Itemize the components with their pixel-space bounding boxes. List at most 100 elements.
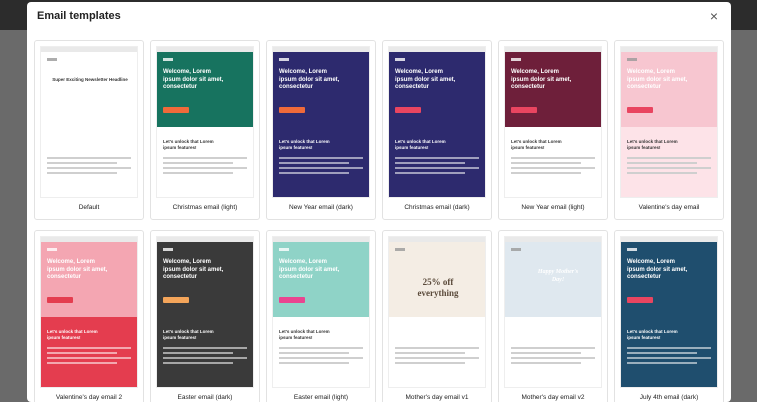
- template-card[interactable]: Welcome, Lorem ipsum dolor sit amet, con…: [614, 40, 724, 220]
- thumbnail-text-line: [511, 357, 595, 359]
- thumbnail-text-line: [279, 167, 363, 169]
- thumbnail-text-line: [395, 167, 479, 169]
- thumbnail-logo: [511, 58, 521, 61]
- background-app-left: [0, 30, 30, 402]
- thumbnail-text-line: [395, 162, 465, 164]
- template-thumbnail: Welcome, Lorem ipsum dolor sit amet, con…: [156, 236, 254, 388]
- thumbnail-sub-text: Let's unlock that Lorem ipsum features!: [279, 329, 330, 340]
- thumbnail-text-line: [627, 357, 711, 359]
- thumbnail-text-line: [163, 347, 247, 349]
- template-thumbnail: Welcome, Lorem ipsum dolor sit amet, con…: [156, 46, 254, 198]
- thumbnail-text-line: [47, 352, 117, 354]
- thumbnail-hero-text: Super Exciting Newsletter Headline: [52, 77, 128, 82]
- thumbnail-logo: [279, 248, 289, 251]
- template-label: Mother's day email v2: [521, 394, 585, 401]
- thumbnail-text-line: [395, 172, 465, 174]
- thumbnail-text-line: [627, 347, 711, 349]
- thumbnail-text-line: [47, 357, 131, 359]
- template-card[interactable]: Super Exciting Newsletter Headline Defaul…: [34, 40, 144, 220]
- template-label: Easter email (light): [293, 394, 349, 401]
- thumbnail-sub-text: Let's unlock that Lorem ipsum features!: [627, 329, 678, 340]
- template-label: New Year email (dark): [289, 204, 353, 211]
- thumbnail-text-line: [627, 362, 697, 364]
- thumbnail-text-line: [395, 347, 479, 349]
- thumbnail-hero-text: Happy Mother's Day!: [537, 269, 579, 283]
- thumbnail-text-line: [511, 347, 595, 349]
- thumbnail-text-line: [279, 172, 349, 174]
- thumbnail-hero-text: Welcome, Lorem ipsum dolor sit amet, con…: [627, 259, 688, 280]
- template-card[interactable]: Welcome, Lorem ipsum dolor sit amet, con…: [34, 230, 144, 402]
- thumbnail-text-line: [511, 172, 581, 174]
- thumbnail-text-line: [47, 157, 131, 159]
- background-app-right: [727, 30, 757, 402]
- email-templates-modal: Email templates × Super Exciting Newslet…: [27, 2, 731, 402]
- thumbnail-hero-text: Welcome, Lorem ipsum dolor sit amet, con…: [395, 69, 456, 90]
- thumbnail-sub-text: Let's unlock that Lorem ipsum features!: [395, 139, 446, 150]
- thumbnail-logo: [511, 248, 521, 251]
- thumbnail-text-line: [395, 357, 479, 359]
- thumbnail-text-line: [395, 352, 465, 354]
- template-label: Mother's day email v1: [405, 394, 469, 401]
- thumbnail-logo: [47, 58, 57, 61]
- thumbnail-text-line: [279, 357, 363, 359]
- template-card[interactable]: Happy Mother's Day! Mother's day email v2: [498, 230, 608, 402]
- thumbnail-sub-text: Let's unlock that Lorem ipsum features!: [279, 139, 330, 150]
- thumbnail-hero-text: Welcome, Lorem ipsum dolor sit amet, con…: [511, 69, 572, 90]
- template-thumbnail: 25% off everything: [388, 236, 486, 388]
- template-card[interactable]: Welcome, Lorem ipsum dolor sit amet, con…: [382, 40, 492, 220]
- thumbnail-hero-text: Welcome, Lorem ipsum dolor sit amet, con…: [279, 259, 340, 280]
- thumbnail-logo: [47, 248, 57, 251]
- thumbnail-hero-text: 25% off everything: [417, 277, 459, 299]
- thumbnail-text-line: [163, 172, 233, 174]
- thumbnail-logo: [163, 248, 173, 251]
- thumbnail-hero-text: Welcome, Lorem ipsum dolor sit amet, con…: [47, 259, 108, 280]
- thumbnail-text-line: [279, 162, 349, 164]
- thumbnail-text-line: [279, 347, 363, 349]
- template-card[interactable]: 25% off everything Mother's day email v1: [382, 230, 492, 402]
- template-label: Christmas email (dark): [404, 204, 470, 211]
- thumbnail-hero-text: Welcome, Lorem ipsum dolor sit amet, con…: [627, 69, 688, 90]
- template-thumbnail: Welcome, Lorem ipsum dolor sit amet, con…: [620, 46, 718, 198]
- template-thumbnail: Super Exciting Newsletter Headline: [40, 46, 138, 198]
- thumbnail-text-line: [511, 157, 595, 159]
- thumbnail-text-line: [163, 162, 233, 164]
- thumbnail-text-line: [395, 362, 465, 364]
- template-card[interactable]: Welcome, Lorem ipsum dolor sit amet, con…: [150, 40, 260, 220]
- template-card[interactable]: Welcome, Lorem ipsum dolor sit amet, con…: [266, 230, 376, 402]
- thumbnail-text-line: [47, 172, 117, 174]
- thumbnail-text-line: [163, 357, 247, 359]
- thumbnail-text-line: [163, 352, 233, 354]
- template-card[interactable]: Welcome, Lorem ipsum dolor sit amet, con…: [614, 230, 724, 402]
- thumbnail-text-line: [511, 167, 595, 169]
- modal-header: Email templates ×: [27, 2, 731, 30]
- thumbnail-text-line: [627, 352, 697, 354]
- template-label: Default: [78, 204, 100, 211]
- thumbnail-sub-text: Let's unlock that Lorem ipsum features!: [627, 139, 678, 150]
- thumbnail-cta-button: [279, 107, 305, 113]
- template-card[interactable]: Welcome, Lorem ipsum dolor sit amet, con…: [266, 40, 376, 220]
- template-label: Valentine's day email: [638, 204, 700, 211]
- thumbnail-text-line: [511, 162, 581, 164]
- thumbnail-text-line: [163, 362, 233, 364]
- template-thumbnail: Welcome, Lorem ipsum dolor sit amet, con…: [504, 46, 602, 198]
- thumbnail-text-line: [627, 167, 711, 169]
- thumbnail-logo: [627, 248, 637, 251]
- thumbnail-sub-text: Let's unlock that Lorem ipsum features!: [47, 329, 98, 340]
- thumbnail-text-line: [47, 167, 131, 169]
- thumbnail-cta-button: [163, 107, 189, 113]
- thumbnail-text-line: [627, 172, 697, 174]
- thumbnail-logo: [163, 58, 173, 61]
- template-label: Christmas email (light): [172, 204, 238, 211]
- thumbnail-cta-button: [395, 107, 421, 113]
- thumbnail-text-line: [511, 352, 581, 354]
- template-thumbnail: Welcome, Lorem ipsum dolor sit amet, con…: [388, 46, 486, 198]
- template-card[interactable]: Welcome, Lorem ipsum dolor sit amet, con…: [150, 230, 260, 402]
- thumbnail-text-line: [627, 157, 711, 159]
- template-label: July 4th email (dark): [639, 394, 699, 401]
- close-icon[interactable]: ×: [707, 9, 721, 23]
- template-label: Easter email (dark): [177, 394, 233, 401]
- thumbnail-cta-button: [47, 297, 73, 303]
- thumbnail-logo: [279, 58, 289, 61]
- thumbnail-text-line: [47, 347, 131, 349]
- template-card[interactable]: Welcome, Lorem ipsum dolor sit amet, con…: [498, 40, 608, 220]
